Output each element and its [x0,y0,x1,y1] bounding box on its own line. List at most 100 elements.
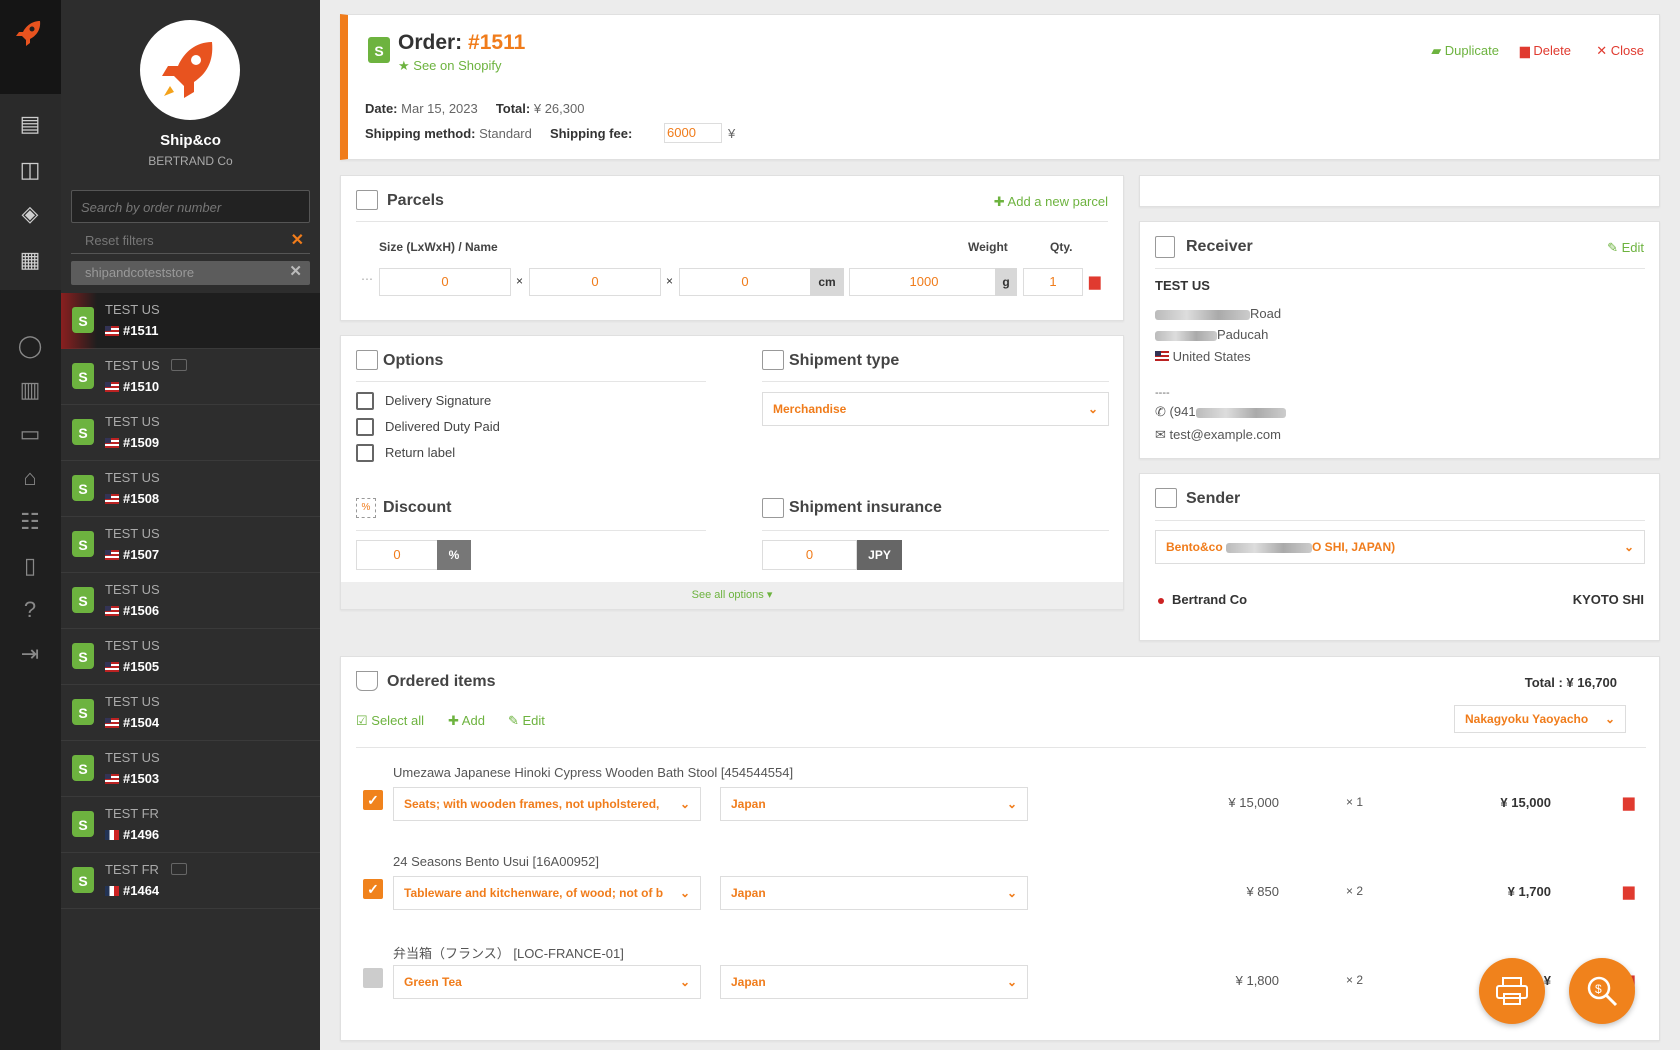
order-list-item[interactable]: S TEST US #1504 [61,685,320,741]
print-button[interactable] [1479,958,1545,1024]
receiver-divider [1155,268,1645,269]
duplicate-button[interactable]: ▰ Duplicate [1431,43,1499,59]
options-box-icon [356,350,378,370]
package-icon[interactable]: ◫ [14,154,46,186]
order-list-item[interactable]: S TEST FR #1464 [61,853,320,909]
parcel-weight-input[interactable]: 1000 [849,268,999,296]
item-checkbox[interactable]: ✓ [363,879,383,899]
option-checkbox[interactable] [356,444,374,462]
close-button[interactable]: ✕ Close [1596,43,1644,59]
discount-input[interactable]: 0 [356,540,438,570]
option-checkbox[interactable] [356,418,374,436]
reset-filters[interactable]: Reset filters ✕ [71,230,310,254]
order-search-input[interactable]: Search by order number [71,190,310,223]
shipment-type-select[interactable]: Merchandise ⌄ [762,392,1109,426]
truck-icon[interactable]: ▭ [14,418,46,450]
us-flag-icon [105,606,119,616]
user-icon[interactable]: ◯ [14,330,46,362]
help-icon[interactable]: ? [14,594,46,626]
warehouse-icon[interactable]: ⌂ [14,462,46,494]
hs-code-select[interactable]: Green Tea ⌄ [393,965,701,999]
insurance-input[interactable]: 0 [762,540,857,570]
brand-name: Ship&co [160,132,221,149]
reset-close-icon[interactable]: ✕ [291,230,304,250]
safe-icon [762,498,784,518]
store-filter-chip[interactable]: shipandcoteststore ✕ [71,261,310,285]
phone-icon: ✆ [1155,404,1166,419]
order-list-item[interactable]: S TEST US #1503 [61,741,320,797]
add-item-button[interactable]: ✚ Add [448,713,485,729]
option-label: Return label [385,445,456,460]
close-label: Close [1610,43,1644,58]
order-customer: TEST US [105,358,160,373]
origin-select[interactable]: Japan ⌄ [720,787,1028,821]
parcel-length-input[interactable]: 0 [379,268,511,296]
chevron-down-icon: ⌄ [1006,797,1017,811]
see-all-options-link[interactable]: See all options ▾ [341,582,1123,609]
edit-items-button[interactable]: ✎ Edit [508,713,545,729]
hs-code-select[interactable]: Seats; with wooden frames, not upholster… [393,787,701,821]
parcel-qty-input[interactable]: 1 [1023,268,1083,296]
parcel-height-input[interactable]: 0 [679,268,811,296]
clipboard-icon[interactable]: ▦ [14,244,46,276]
receiver-dashes: ---- [1155,387,1170,399]
shopify-icon: S [72,363,94,389]
delete-item-icon[interactable]: ▆ [1623,882,1635,900]
hs-code-select[interactable]: Tableware and kitchenware, of wood; not … [393,876,701,910]
shipping-fee-input[interactable]: 6000 [664,123,722,143]
edit-receiver-button[interactable]: ✎ Edit [1607,240,1644,256]
ordered-items-panel: Ordered items Total : ¥ 16,700 ☑ Select … [340,656,1660,1041]
order-customer: TEST FR [105,806,159,821]
see-on-shopify-link[interactable]: ★ See on Shopify [398,58,501,74]
order-list-item[interactable]: S TEST US #1509 [61,405,320,461]
book-icon[interactable]: ▯ [14,550,46,582]
delete-button[interactable]: ▆ Delete [1520,43,1571,59]
add-parcel-button[interactable]: ✚ Add a new parcel [994,194,1108,210]
rocket-logo-icon[interactable] [14,18,46,50]
order-list-item[interactable]: S TEST US #1508 [61,461,320,517]
order-meta-row1: Date: Mar 15, 2023 Total: ¥ 26,300 [365,101,584,116]
fr-flag-icon [105,886,119,896]
discount-divider [356,530,706,531]
item-checkbox[interactable] [363,968,383,988]
store-icon[interactable]: ▤ [14,108,46,140]
delete-parcel-icon[interactable]: ▆ [1089,272,1101,290]
origin-select[interactable]: Japan ⌄ [720,876,1028,910]
delete-item-icon[interactable]: ▆ [1623,793,1635,811]
redacted-text [1226,542,1313,553]
order-list-item[interactable]: S TEST US #1505 [61,629,320,685]
logout-icon[interactable]: ⇥ [14,638,46,670]
layers-icon[interactable]: ◈ [14,198,46,230]
item-name: 弁当箱（フランス） [LOC-FRANCE-01] [393,946,624,961]
svg-text:$: $ [1595,982,1602,996]
parcels-title: Parcels [387,192,444,209]
item-qty: × 2 [1346,884,1364,898]
options-divider [356,381,706,382]
parcel-width-input[interactable]: 0 [529,268,661,296]
receiver-name: TEST US [1155,278,1210,293]
order-list-item[interactable]: S TEST US #1507 [61,517,320,573]
drag-handle-icon[interactable]: ⋯ [361,272,373,286]
order-list-item[interactable]: S TEST US #1511 [61,293,320,349]
order-list-item[interactable]: S TEST FR #1496 [61,797,320,853]
order-number: #1508 [123,491,160,506]
select-all-button[interactable]: ☑ Select all [356,713,424,729]
order-list-item[interactable]: S TEST US #1510 [61,349,320,405]
order-list-item[interactable]: S TEST US #1506 [61,573,320,629]
option-checkbox[interactable] [356,392,374,410]
chevron-down-icon: ⌄ [1087,402,1098,416]
shopify-icon: S [72,587,94,613]
origin-select[interactable]: Japan ⌄ [720,965,1028,999]
shop-icon[interactable]: ▥ [14,374,46,406]
redacted-text [1155,330,1217,341]
receiver-email: ✉ test@example.com [1155,427,1281,443]
origin-value: Japan [731,975,766,989]
location-select[interactable]: Nakagyoku Yaoyacho ⌄ [1454,705,1626,733]
delete-label: Delete [1533,43,1571,58]
item-checkbox[interactable]: ✓ [363,790,383,810]
sliders-icon[interactable]: ☷ [14,506,46,538]
filter-close-icon[interactable]: ✕ [289,262,302,280]
sender-select[interactable]: Bento&co O SHI, JAPAN) ⌄ [1155,530,1645,564]
search-price-button[interactable]: $ [1569,958,1635,1024]
shopify-icon: S [72,643,94,669]
